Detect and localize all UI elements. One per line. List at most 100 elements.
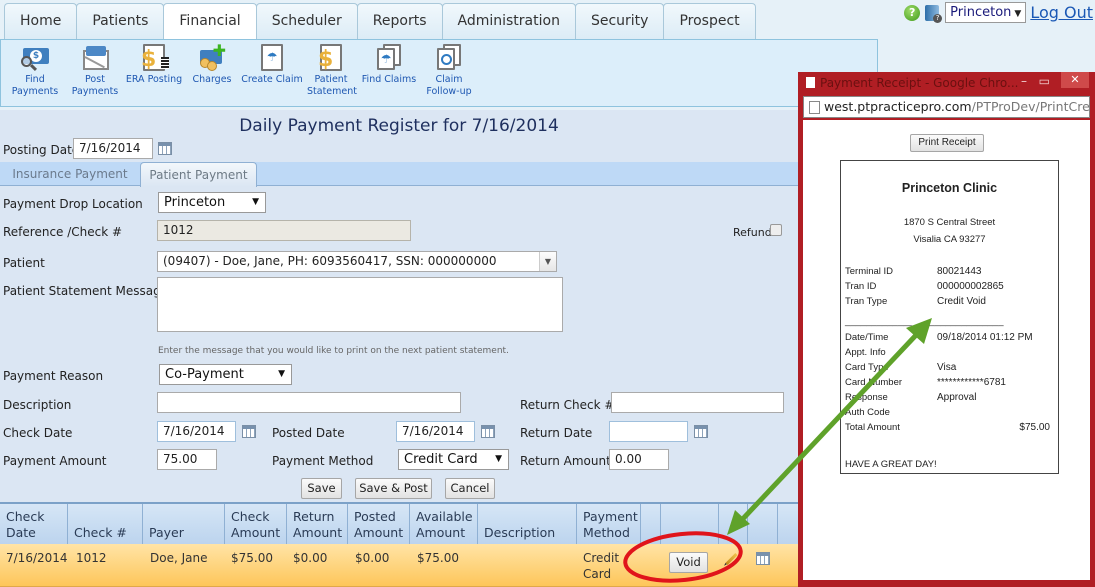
- receipt-page: Print Receipt Princeton Clinic 1870 S Ce…: [803, 120, 1090, 580]
- description-input[interactable]: [157, 392, 461, 413]
- receipt-total-value: $75.00: [1019, 422, 1050, 433]
- toolbar-patient-statement[interactable]: $ Patient Statement: [307, 44, 357, 98]
- posted-date-input[interactable]: 7/16/2014: [396, 421, 475, 442]
- find-claims-icon: ☂: [375, 44, 403, 72]
- reference-input: 1012: [157, 220, 411, 241]
- column-header-check-amount[interactable]: Check Amount: [225, 504, 287, 544]
- posting-date-input[interactable]: 7/16/2014: [73, 138, 153, 159]
- toolbar-post-payments[interactable]: Post Payments: [71, 44, 119, 98]
- cell-check-no: 1012: [76, 551, 107, 565]
- toolbar-create-claim[interactable]: ☂ Create Claim: [241, 44, 303, 86]
- window-title: Payment Receipt - Google Chro...: [806, 76, 1019, 90]
- nav-tab-patients[interactable]: Patients: [76, 3, 165, 39]
- return-date-input[interactable]: [609, 421, 688, 442]
- cell-check-date: 7/16/2014: [6, 551, 68, 565]
- save-button[interactable]: Save: [301, 478, 342, 499]
- post-payments-icon: [81, 44, 109, 72]
- toolbar-find-claims[interactable]: ☂ Find Claims: [361, 44, 417, 86]
- drop-location-label: Payment Drop Location: [3, 197, 143, 211]
- column-header-check-date[interactable]: Check Date: [0, 504, 68, 544]
- payment-amount-input[interactable]: 75.00: [157, 449, 217, 470]
- tab-insurance-payment[interactable]: Insurance Payment: [4, 162, 136, 186]
- nav-tab-security[interactable]: Security: [574, 3, 665, 39]
- receipt-address-line2: Visalia CA 93277: [913, 234, 986, 245]
- edit-pencil-icon[interactable]: [725, 552, 738, 566]
- logout-link[interactable]: Log Out: [1030, 3, 1093, 22]
- payment-type-tabs: Insurance Payment Patient Payment: [0, 162, 798, 187]
- manual-help-icon[interactable]: [925, 4, 943, 23]
- check-date-input[interactable]: 7/16/2014: [157, 421, 236, 442]
- toolbar-label: Find: [25, 74, 45, 85]
- cancel-button[interactable]: Cancel: [445, 478, 495, 499]
- find-payments-icon: $: [21, 44, 49, 72]
- receipt-value: 000000002865: [937, 281, 1004, 292]
- nav-tab-scheduler[interactable]: Scheduler: [255, 3, 358, 39]
- payment-method-select[interactable]: Credit Card ▼: [398, 449, 509, 470]
- calendar-icon[interactable]: [694, 425, 708, 438]
- column-header-return-amount[interactable]: Return Amount: [287, 504, 348, 544]
- refund-checkbox[interactable]: [770, 224, 782, 236]
- page-title: Daily Payment Register for 7/16/2014: [239, 116, 559, 136]
- receipt-label: Total Amount: [845, 422, 900, 433]
- help-icon[interactable]: ?: [904, 4, 921, 21]
- patient-label: Patient: [3, 256, 45, 270]
- toolbar-charges[interactable]: ✚ Charges: [191, 43, 233, 86]
- toolbar-label: Statement: [307, 86, 357, 97]
- receipt-value: 80021443: [937, 266, 982, 277]
- toolbar-find-payments[interactable]: $ Find Payments: [11, 44, 59, 98]
- chevron-down-icon: ▼: [495, 454, 502, 464]
- column-header-payment-method[interactable]: Payment Method: [577, 504, 641, 544]
- return-amount-input[interactable]: 0.00: [609, 449, 669, 470]
- print-receipt-button[interactable]: Print Receipt: [910, 134, 984, 152]
- tab-patient-payment[interactable]: Patient Payment: [140, 162, 257, 187]
- toolbar-era-posting[interactable]: $ ERA Posting: [125, 44, 183, 86]
- chevron-down-icon[interactable]: ▼: [539, 252, 556, 271]
- toolbar-claim-followup[interactable]: Claim Follow-up: [425, 44, 473, 98]
- location-select-value: Princeton: [950, 5, 1012, 20]
- column-header-available-amount[interactable]: Available Amount: [410, 504, 478, 544]
- calendar-icon[interactable]: [242, 425, 256, 438]
- chevron-down-icon: ▼: [252, 197, 259, 207]
- drop-location-select[interactable]: Princeton ▼: [158, 192, 266, 213]
- return-date-label: Return Date: [520, 426, 593, 440]
- close-icon[interactable]: ✕: [1061, 72, 1089, 88]
- save-post-button[interactable]: Save & Post: [355, 478, 432, 499]
- receipt-value: Credit Void: [937, 296, 986, 307]
- nav-tab-prospect[interactable]: Prospect: [663, 3, 756, 39]
- column-header-posted-amount[interactable]: Posted Amount: [348, 504, 410, 544]
- void-button[interactable]: Void: [669, 552, 708, 573]
- receipt-label: Response: [845, 392, 888, 403]
- maximize-icon[interactable]: ▭: [1039, 74, 1050, 88]
- statement-message-label: Patient Statement Message: [3, 284, 169, 298]
- top-nav-bar: Home Patients Financial Scheduler Report…: [0, 0, 1095, 40]
- return-check-input[interactable]: [611, 392, 784, 413]
- calendar-icon[interactable]: [158, 142, 172, 155]
- column-header-blank: [661, 504, 719, 544]
- nav-tab-administration[interactable]: Administration: [441, 3, 576, 39]
- column-header-description[interactable]: Description: [478, 504, 577, 544]
- column-header-check-no[interactable]: Check #: [68, 504, 143, 544]
- table-row[interactable]: 7/16/2014 1012 Doe, Jane $75.00 $0.00 $0…: [0, 544, 798, 587]
- payment-reason-select[interactable]: Co-Payment ▼: [159, 364, 292, 385]
- receipt-address-line1: 1870 S Central Street: [903, 217, 996, 228]
- posted-date-label: Posted Date: [272, 426, 345, 440]
- nav-tab-reports[interactable]: Reports: [356, 3, 443, 39]
- statement-hint: Enter the message that you would like to…: [158, 346, 509, 356]
- receipt-footer: HAVE A GREAT DAY!: [845, 459, 937, 470]
- receipt-label: Date/Time: [845, 332, 889, 343]
- minimize-icon[interactable]: –: [1021, 74, 1027, 88]
- cell-payer: Doe, Jane: [150, 551, 208, 565]
- nav-tab-home[interactable]: Home: [4, 3, 78, 39]
- return-check-label: Return Check #: [520, 398, 615, 412]
- calendar-icon[interactable]: [481, 425, 495, 438]
- nav-tab-financial[interactable]: Financial: [163, 3, 257, 40]
- statement-message-textarea[interactable]: [157, 277, 563, 332]
- reference-label: Reference /Check #: [3, 225, 123, 239]
- receipt-clinic-name: Princeton Clinic: [901, 181, 998, 195]
- address-bar[interactable]: west.ptpracticepro.com/PTProDev/PrintCre…: [803, 96, 1090, 118]
- column-header-payer[interactable]: Payer: [143, 504, 225, 544]
- receipt-label: Auth Code: [845, 407, 890, 418]
- patient-combobox[interactable]: (09407) - Doe, Jane, PH: 6093560417, SSN…: [157, 251, 557, 272]
- location-select[interactable]: Princeton ▼: [945, 2, 1027, 23]
- grid-details-icon[interactable]: [756, 552, 770, 565]
